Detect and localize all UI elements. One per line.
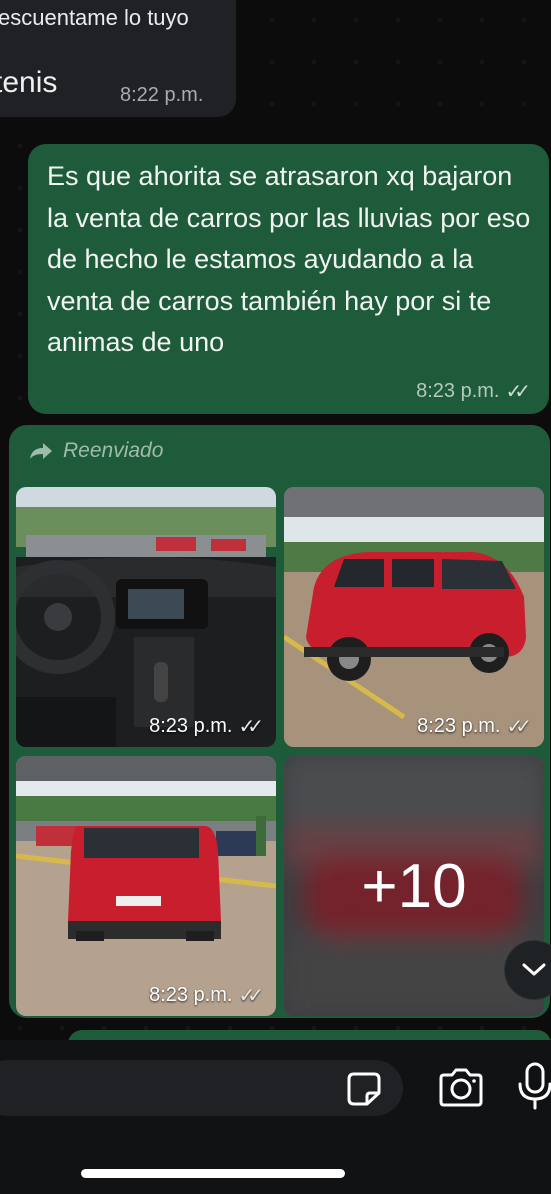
sticker-icon[interactable] bbox=[345, 1071, 383, 1107]
chevron-down-icon bbox=[522, 963, 546, 976]
home-indicator[interactable] bbox=[81, 1169, 345, 1178]
read-receipt-icon: ✓✓ bbox=[505, 381, 530, 403]
read-receipt-icon: ✓✓ bbox=[506, 716, 531, 738]
photo-meta: 8:23 p.m. ✓✓ bbox=[149, 983, 264, 1008]
incoming-message-bubble[interactable]: escuentame lo tuyo tenis 8:22 p.m. bbox=[0, 0, 236, 117]
photo-timestamp: 8:23 p.m. bbox=[149, 984, 233, 1006]
message-timestamp: 8:23 p.m. bbox=[416, 380, 500, 402]
red-suv-rear-photo bbox=[16, 756, 276, 1016]
album-photo[interactable]: 8:23 p.m. ✓✓ bbox=[284, 487, 544, 747]
message-timestamp: 8:22 p.m. bbox=[120, 84, 204, 106]
microphone-icon[interactable] bbox=[516, 1062, 551, 1110]
photo-timestamp: 8:23 p.m. bbox=[149, 715, 233, 737]
message-text: Es que ahorita se atrasaron xq bajaron l… bbox=[47, 161, 531, 357]
photo-timestamp: 8:23 p.m. bbox=[417, 715, 501, 737]
forward-arrow-icon bbox=[30, 443, 52, 459]
photo-meta: 8:23 p.m. ✓✓ bbox=[417, 714, 532, 739]
message-text: escuentame lo tuyo bbox=[0, 5, 189, 30]
outgoing-message-bubble[interactable]: Es que ahorita se atrasaron xq bajaron l… bbox=[28, 144, 549, 414]
car-interior-photo bbox=[16, 487, 276, 747]
forwarded-album-bubble[interactable]: Reenviado 8:23 p.m. ✓✓ 8:23 p.m. ✓✓ 8:23… bbox=[9, 425, 550, 1018]
message-meta: 8:23 p.m. ✓✓ bbox=[416, 379, 531, 404]
album-photo[interactable]: 8:23 p.m. ✓✓ bbox=[16, 756, 276, 1016]
read-receipt-icon: ✓✓ bbox=[238, 985, 263, 1007]
message-input[interactable] bbox=[0, 1060, 403, 1116]
camera-icon[interactable] bbox=[437, 1068, 485, 1108]
message-text: tenis bbox=[0, 66, 58, 99]
forwarded-text: Reenviado bbox=[63, 439, 164, 462]
forwarded-label: Reenviado bbox=[29, 439, 163, 463]
photo-meta: 8:23 p.m. ✓✓ bbox=[149, 714, 264, 739]
album-photo[interactable]: 8:23 p.m. ✓✓ bbox=[16, 487, 276, 747]
red-suv-side-photo bbox=[284, 487, 544, 747]
read-receipt-icon: ✓✓ bbox=[238, 716, 263, 738]
